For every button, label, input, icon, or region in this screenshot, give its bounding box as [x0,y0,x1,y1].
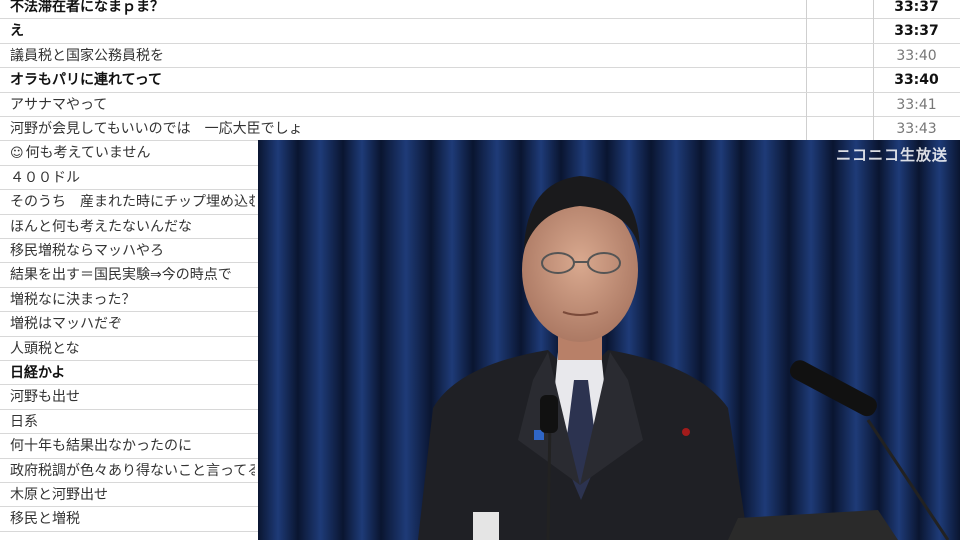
comment-text: 日経かよ [10,361,255,385]
comment-text: 移民増税ならマッハやろ [10,239,255,263]
comment-text: ☺ 何も考えていません [10,141,255,165]
comment-row[interactable]: 議員税と国家公務員税を 33:40 [0,43,960,69]
comment-text: 河野も出せ [10,385,255,409]
comment-text: 河野が会見してもいいのでは 一応大臣でしょ [10,117,805,141]
comment-body: 政府税調が色々あり得ないこと言ってる [10,462,255,479]
comment-time: 33:37 [894,23,939,40]
video-frame [258,140,960,540]
comment-body: 河野が会見してもいいのでは 一応大臣でしょ [10,121,303,137]
comment-text: 不法滞在者になまｐま？ [10,0,805,19]
comment-text: そのうち 産まれた時にチップ埋め込むって [10,190,255,214]
comment-text: アサナマやって [10,93,805,117]
comment-body: オラもパリに連れてって [10,72,163,89]
comment-body: 人頭税とな [10,340,80,357]
comment-user-cell [806,68,874,93]
comment-body: そのうち 産まれた時にチップ埋め込むって [10,194,255,211]
comment-time: 33:37 [894,0,939,15]
comment-body: 議員税と国家公務員税を [10,47,164,64]
comment-body: 河野も出せ [10,389,80,406]
comment-body: 何も考えていません [25,145,151,162]
comment-user-cell [806,92,874,117]
comment-row[interactable]: 河野が会見してもいいのでは 一応大臣でしょ 33:43 [0,117,960,142]
comment-text: 増税なに決まった？ [10,288,255,312]
comment-body: 木原と河野出せ [10,487,108,503]
comment-body: アサナマやって [10,96,108,113]
comment-user-cell [806,117,874,141]
comment-body: 日系 [10,413,38,430]
comment-text: ほんと何も考えたないんだな [10,215,255,239]
comment-text: オラもパリに連れてって [10,68,805,92]
comment-row[interactable]: オラもパリに連れてって 33:40 [0,68,960,93]
comment-user-cell [806,19,874,44]
comment-text: 結果を出す＝国民実験⇒今の時点で [10,263,255,287]
comment-text: ４００ドル [10,166,255,190]
comment-time: 33:40 [894,72,939,89]
comment-text: 増税はマッハだぞ [10,312,255,336]
comment-row[interactable]: アサナマやって 33:41 [0,92,960,117]
comment-time: 33:40 [896,47,937,64]
comment-body: 増税なに決まった？ [10,291,136,308]
comment-text: 何十年も結果出なかったのに [10,434,255,458]
video-player[interactable]: ニコニコ生放送 [258,140,960,540]
comment-time: 33:41 [896,96,937,113]
water-bottle [473,512,499,540]
comment-body: 日経かよ [10,365,66,381]
comment-text: 議員税と国家公務員税を [10,44,805,68]
comment-row[interactable]: え 33:37 [0,19,960,44]
comment-text: 木原と河野出せ [10,483,255,507]
comment-body: え [10,23,24,40]
comment-text: え [10,19,805,43]
comment-body: 移民と増税 [10,511,80,528]
comment-text: 人頭税とな [10,337,255,361]
comment-text: 政府税調が色々あり得ないこと言ってる [10,459,255,483]
comment-text: 日系 [10,410,255,434]
comment-user-cell [806,0,874,19]
comment-body: ４００ドル [10,169,80,186]
comment-time: 33:43 [896,121,937,137]
niconico-watermark: ニコニコ生放送 [835,146,948,164]
comment-body: 不法滞在者になまｐま？ [10,0,164,15]
comment-body: 何十年も結果出なかったのに [10,438,192,455]
comment-body: 移民増税ならマッハやろ [10,243,164,259]
comment-body: ほんと何も考えたないんだな [10,218,192,235]
comment-body: 結果を出す＝国民実験⇒今の時点で [10,267,232,284]
comment-body: 増税はマッハだぞ [10,316,122,333]
smiley-icon: ☺ [10,146,24,162]
comment-text: 移民と増税 [10,507,255,531]
comment-user-cell [806,43,874,68]
comment-row[interactable]: 不法滞在者になまｐま？ 33:37 [0,0,960,20]
